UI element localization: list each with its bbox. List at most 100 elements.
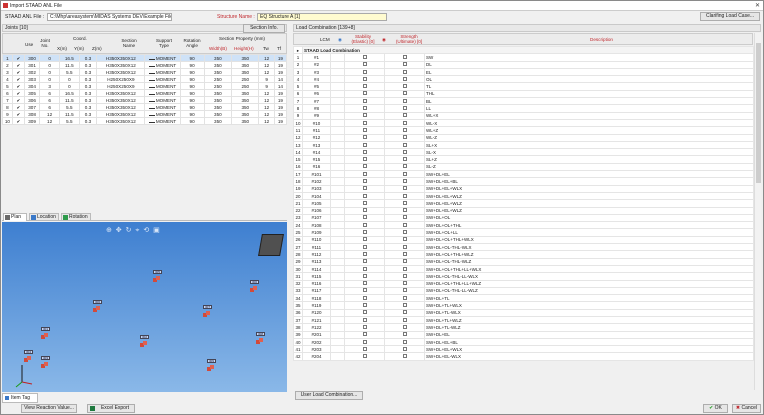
checkbox[interactable] (362, 171, 367, 176)
view-toolbar[interactable]: ⊕ ✥ ↻ ⌖ ⟲ ▣ (106, 226, 161, 235)
strength-checkbox[interactable] (384, 140, 425, 150)
checkbox[interactable] (402, 339, 407, 344)
stability-checkbox[interactable] (344, 191, 385, 201)
table-row[interactable]: 34 #118 SW+DL+TL (293, 294, 755, 303)
checkbox[interactable] (402, 106, 407, 111)
table-row[interactable]: 29 #113 SW+DL+OL-THL-WLZ (293, 257, 755, 266)
checkbox[interactable] (402, 251, 407, 256)
strength-checkbox[interactable] (384, 133, 425, 142)
stability-checkbox[interactable] (344, 337, 385, 347)
strength-checkbox[interactable] (384, 148, 425, 157)
stability-checkbox[interactable] (344, 104, 385, 113)
checkbox[interactable] (362, 193, 367, 198)
table-row[interactable]: 7 #7 BL (293, 97, 755, 106)
scroll-thumb[interactable] (756, 43, 761, 183)
checkbox[interactable] (402, 120, 407, 125)
support-node-icon[interactable] (93, 306, 100, 312)
checkbox[interactable] (362, 135, 367, 140)
table-row[interactable]: 21 #105 SW+DL+EL+WLZ (293, 199, 755, 208)
stability-checkbox[interactable] (344, 250, 385, 259)
table-row[interactable]: 35 #119 SW+DL+TL+WLX (293, 301, 755, 310)
support-node-icon[interactable] (207, 365, 214, 371)
table-row[interactable]: 15 #15 SL+Z (293, 155, 755, 164)
checkbox[interactable] (402, 98, 407, 103)
checkbox[interactable] (362, 98, 367, 103)
table-row[interactable]: 5 ✔ 304 3 0 0.3 H250X250X9 MOMENT 90 250 250 9 14 (2, 82, 288, 90)
checkbox[interactable] (362, 62, 367, 67)
strength-checkbox[interactable] (384, 242, 425, 252)
strength-checkbox[interactable] (384, 162, 425, 172)
checkbox[interactable] (402, 281, 407, 286)
table-row[interactable]: 3 #3 EL (293, 67, 755, 77)
table-row[interactable]: 4 #4 OL (293, 75, 755, 84)
table-row[interactable]: 1 ✔ 300 0 16.5 0.3 H350X350X12 MOMENT 90 350 350 12… (2, 54, 288, 62)
stability-checkbox[interactable] (344, 118, 385, 128)
checkbox[interactable] (362, 84, 367, 89)
strength-checkbox[interactable] (384, 89, 425, 99)
strength-checkbox[interactable] (384, 257, 425, 266)
strength-checkbox[interactable] (384, 60, 425, 69)
checkbox[interactable] (402, 273, 407, 278)
table-row[interactable]: 10 #10 WL-X (293, 118, 755, 128)
checkbox[interactable] (362, 244, 367, 249)
strength-checkbox[interactable] (384, 308, 425, 318)
checkbox[interactable] (362, 332, 367, 337)
cell-use[interactable]: ✔ (11, 82, 25, 90)
checkbox[interactable] (362, 317, 367, 322)
stability-checkbox[interactable] (344, 301, 385, 310)
table-row[interactable]: 11 #11 WL+Z (293, 126, 755, 135)
checkbox[interactable] (362, 149, 367, 154)
checkbox[interactable] (402, 332, 407, 337)
stability-checkbox[interactable] (344, 206, 385, 215)
table-row[interactable]: 18 #102 SW+DL+EL+BL (293, 177, 755, 186)
stability-checkbox[interactable] (344, 221, 385, 230)
table-row[interactable]: 17 #101 SW+DL+EL (293, 170, 755, 179)
checkbox[interactable] (362, 215, 367, 220)
strength-checkbox[interactable] (384, 126, 425, 135)
strength-checkbox[interactable] (384, 53, 425, 62)
table-row[interactable]: 25 #109 SW+DL+OL+LL (293, 228, 755, 237)
checkbox[interactable] (402, 354, 407, 359)
stability-checkbox[interactable] (344, 170, 385, 179)
checkbox[interactable] (402, 91, 407, 96)
checkbox[interactable] (402, 164, 407, 169)
strength-checkbox[interactable] (384, 323, 425, 332)
clarify-load-case-button[interactable]: Clarifing Load Case... (700, 12, 760, 21)
strength-checkbox[interactable] (384, 206, 425, 215)
checkbox[interactable] (402, 69, 407, 74)
table-row[interactable]: 42 #204 SW+DL+EL-WLX (293, 352, 755, 361)
strength-checkbox[interactable] (384, 67, 425, 77)
excel-export-button[interactable]: Excel Export (87, 404, 135, 413)
table-row[interactable]: 14 #14 SL-X (293, 148, 755, 157)
cell-use[interactable]: ✔ (11, 89, 25, 97)
checkbox[interactable] (402, 62, 407, 67)
strength-checkbox[interactable] (384, 250, 425, 259)
checkbox[interactable] (402, 171, 407, 176)
item-tag-tab[interactable]: Item Tag (2, 393, 38, 403)
cell-use[interactable]: ✔ (11, 103, 25, 111)
checkbox[interactable] (362, 222, 367, 227)
table-row[interactable]: 8 ✔ 307 6 5.5 0.3 H350X350X12 MOMENT 90 350 350 12 1… (2, 103, 288, 111)
user-load-combination-button[interactable]: User Load Combination... (295, 391, 363, 400)
table-row[interactable]: 32 #116 SW+DL+OL+THL+LL+WLZ (293, 279, 755, 288)
checkbox[interactable] (362, 237, 367, 242)
strength-checkbox[interactable] (384, 294, 425, 303)
stability-checkbox[interactable] (344, 294, 385, 303)
strength-checkbox[interactable] (384, 82, 425, 91)
stability-checkbox[interactable] (344, 242, 385, 252)
table-row[interactable]: 3 ✔ 302 0 5.5 0.3 H350X350X12 MOMENT 90 350 350 12 1… (2, 68, 288, 76)
strength-checkbox[interactable] (384, 97, 425, 106)
checkbox[interactable] (402, 178, 407, 183)
strength-checkbox[interactable] (384, 177, 425, 186)
stability-checkbox[interactable] (344, 199, 385, 208)
checkbox[interactable] (402, 237, 407, 242)
stability-checkbox[interactable] (344, 82, 385, 91)
checkbox[interactable] (402, 266, 407, 271)
cell-use[interactable]: ✔ (11, 68, 25, 76)
stability-checkbox[interactable] (344, 286, 385, 296)
strength-checkbox[interactable] (384, 199, 425, 208)
table-row[interactable]: 9 #9 WL+X (293, 111, 755, 120)
checkbox[interactable] (402, 200, 407, 205)
cell-use[interactable]: ✔ (11, 117, 25, 125)
strength-checkbox[interactable] (384, 104, 425, 113)
